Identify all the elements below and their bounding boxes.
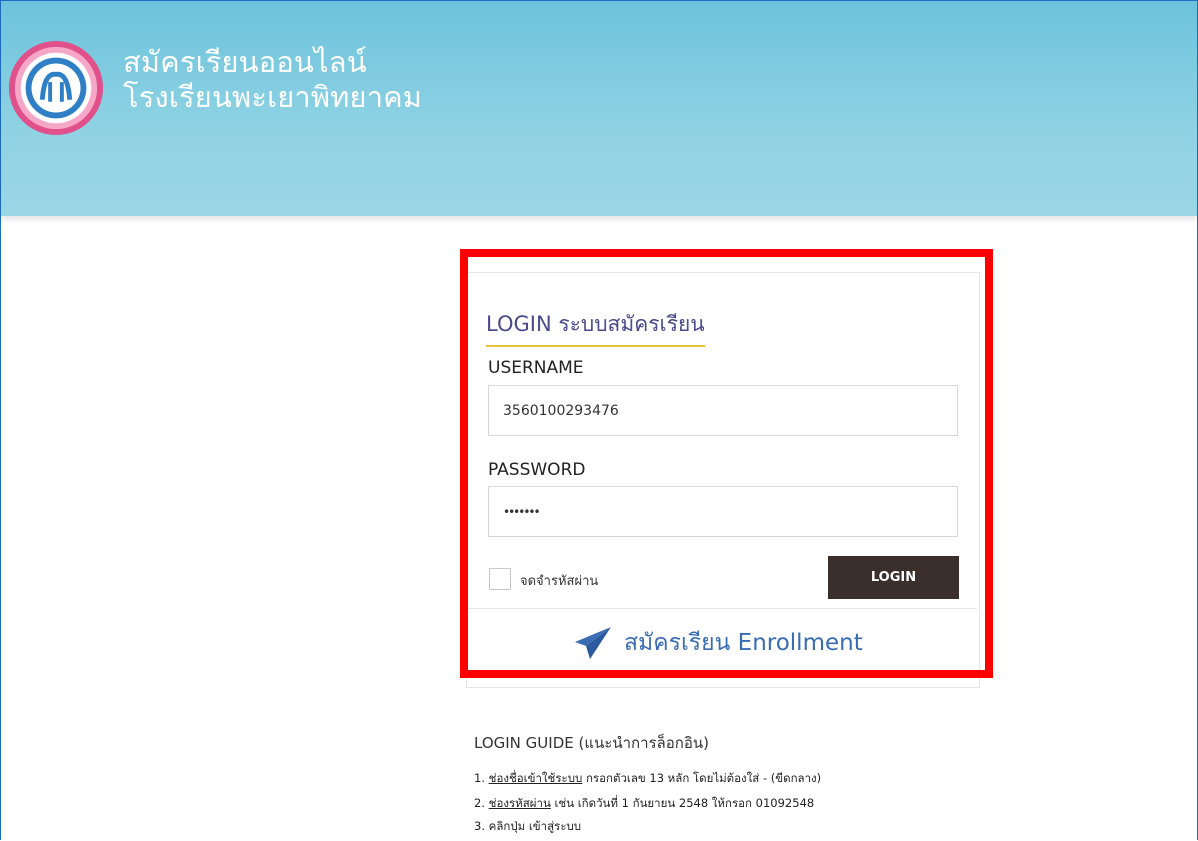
site-title-line2: โรงเรียนพะเยาพิทยาคม [123, 80, 423, 114]
password-label: PASSWORD [488, 460, 586, 480]
password-input[interactable] [488, 486, 958, 537]
username-label: USERNAME [488, 358, 584, 378]
site-title-line1: สมัครเรียนออนไลน์ [123, 45, 367, 79]
enroll-link[interactable]: สมัครเรียน Enrollment [574, 623, 863, 663]
school-seal-icon [8, 40, 104, 136]
enroll-label: สมัครเรียน Enrollment [624, 630, 863, 656]
remember-checkbox[interactable] [489, 568, 511, 590]
page-header: สมัครเรียนออนไลน์ โรงเรียนพะเยาพิทยาคม [1, 1, 1197, 216]
guide-item-2: 2. ช่องรหัสผ่าน เช่น เกิดวันที่ 1 กันยาย… [474, 796, 815, 810]
guide-username-link[interactable]: ช่องชื่อเข้าใช้ระบบ [489, 771, 583, 785]
remember-label: จดจำรหัสผ่าน [520, 574, 599, 589]
paper-plane-icon [575, 627, 611, 659]
login-button[interactable]: LOGIN [828, 556, 959, 599]
guide-password-link[interactable]: ช่องรหัสผ่าน [489, 796, 551, 810]
guide-title: LOGIN GUIDE (แนะนำการล็อกอิน) [474, 734, 709, 752]
login-heading: LOGIN ระบบสมัครเรียน [486, 308, 705, 347]
guide-item-3: 3. คลิกปุ่ม เข้าสู่ระบบ [474, 819, 582, 833]
site-title: สมัครเรียนออนไลน์ โรงเรียนพะเยาพิทยาคม [123, 45, 422, 115]
card-divider [467, 608, 977, 609]
username-input[interactable] [488, 385, 958, 436]
guide-item-1: 1. ช่องชื่อเข้าใช้ระบบ กรอกตัวเลข 13 หลั… [474, 771, 822, 785]
